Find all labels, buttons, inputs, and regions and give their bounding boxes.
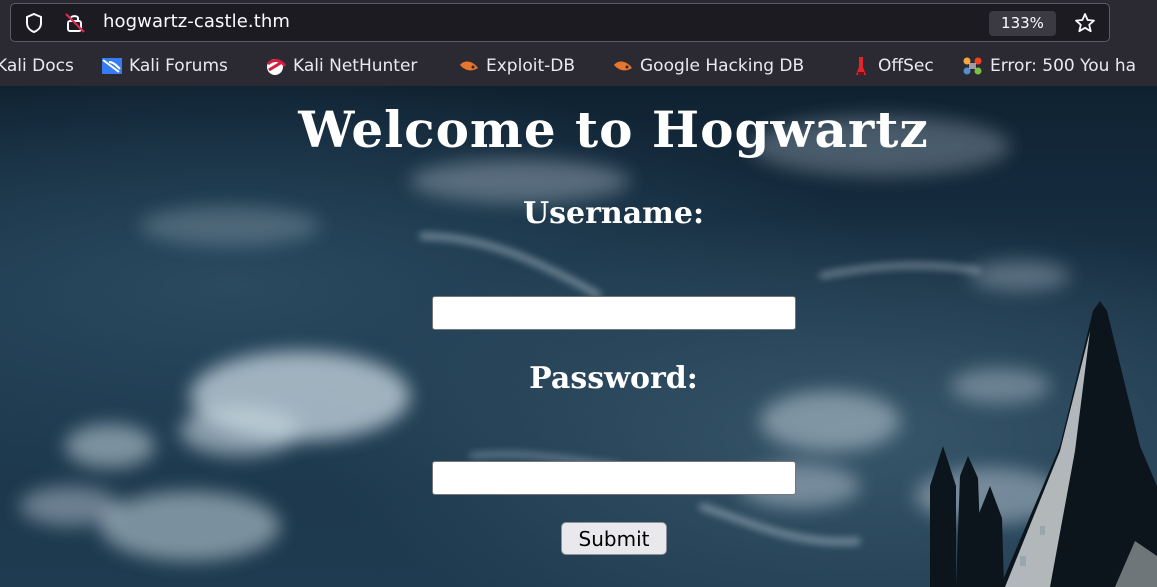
- exploit-db-icon: [458, 56, 478, 76]
- bookmark-error-500[interactable]: Error: 500 You ha: [962, 54, 1136, 78]
- bookmark-kali-nethunter[interactable]: Kali NetHunter: [265, 54, 417, 78]
- username-input[interactable]: [432, 296, 796, 330]
- bookmark-kali-forums[interactable]: Kali Forums: [101, 54, 228, 78]
- username-label: Username:: [522, 196, 705, 231]
- login-page: Welcome to Hogwartz Username: Password: …: [0, 86, 1157, 587]
- password-input[interactable]: [432, 461, 796, 495]
- bookmarks-toolbar: Kali Docs Kali Forums Kali NetHunter Exp…: [0, 50, 1157, 80]
- offsec-icon: [850, 56, 870, 76]
- url-text[interactable]: hogwartz-castle.thm: [103, 11, 290, 32]
- kali-nethunter-icon: [265, 56, 287, 76]
- bookmark-label: Google Hacking DB: [640, 56, 805, 76]
- submit-button[interactable]: Submit: [561, 522, 667, 555]
- bookmark-star-icon[interactable]: [1074, 12, 1096, 34]
- bookmark-exploit-db[interactable]: Exploit-DB: [458, 54, 575, 78]
- browser-toolbar: hogwartz-castle.thm 133% Kali Docs Kali …: [0, 0, 1157, 86]
- zoom-level-badge[interactable]: 133%: [989, 11, 1056, 36]
- bookmark-label: Kali NetHunter: [293, 56, 418, 76]
- insecure-lock-icon[interactable]: [64, 12, 86, 34]
- hogwarts-sky-background: [20, 116, 1157, 587]
- bookmark-label: Kali Forums: [129, 56, 228, 76]
- bookmark-label: Exploit-DB: [486, 56, 575, 76]
- bookmark-label: Kali Docs: [0, 56, 74, 76]
- google-hacking-db-icon: [612, 56, 632, 76]
- bookmark-offsec[interactable]: OffSec: [850, 54, 934, 78]
- bookmark-google-hacking-db[interactable]: Google Hacking DB: [612, 54, 804, 78]
- bookmark-kali-docs[interactable]: Kali Docs: [0, 54, 74, 78]
- kali-forums-icon: [101, 56, 122, 76]
- tracking-protection-icon[interactable]: [23, 12, 45, 34]
- page-title: Welcome to Hogwartz: [298, 100, 929, 159]
- bookmark-label: OffSec: [878, 56, 934, 76]
- password-label: Password:: [529, 361, 698, 396]
- bookmark-label: Error: 500 You ha: [990, 56, 1137, 76]
- joomla-icon: [962, 56, 982, 76]
- address-bar[interactable]: hogwartz-castle.thm 133%: [10, 3, 1110, 42]
